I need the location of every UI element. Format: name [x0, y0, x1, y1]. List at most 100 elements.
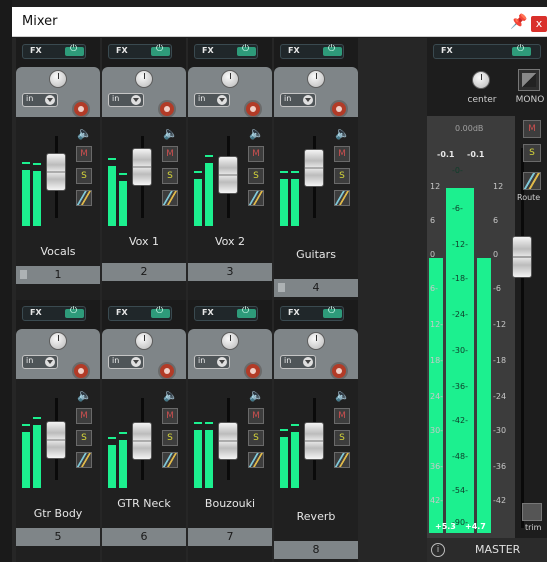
speaker-icon[interactable]: 🔈: [249, 126, 264, 140]
channel-name[interactable]: Vox 2: [188, 235, 272, 248]
pan-knob[interactable]: [49, 70, 67, 88]
solo-button[interactable]: S: [76, 168, 92, 184]
pan-knob[interactable]: [472, 71, 490, 89]
fx-button[interactable]: FX ⏻: [22, 306, 86, 321]
mute-button[interactable]: M: [523, 120, 541, 138]
speaker-icon[interactable]: 🔈: [163, 388, 178, 402]
record-arm-button[interactable]: [158, 362, 176, 380]
channel-name[interactable]: Guitars: [274, 248, 358, 261]
master-volume-fader[interactable]: [512, 236, 532, 278]
mute-button[interactable]: M: [162, 146, 178, 162]
routing-button[interactable]: [248, 452, 264, 468]
pan-knob[interactable]: [135, 332, 153, 350]
solo-button[interactable]: S: [334, 168, 350, 184]
fx-button[interactable]: FX ⏻: [108, 306, 172, 321]
solo-button[interactable]: S: [162, 168, 178, 184]
input-select[interactable]: in: [194, 355, 230, 369]
input-select[interactable]: in: [108, 93, 144, 107]
input-select[interactable]: in: [280, 93, 316, 107]
routing-button[interactable]: [162, 190, 178, 206]
channel-name[interactable]: Vocals: [16, 245, 100, 258]
mono-button[interactable]: [518, 69, 540, 91]
routing-button[interactable]: [76, 190, 92, 206]
level-meter: [205, 430, 213, 488]
record-arm-button[interactable]: [330, 100, 348, 118]
solo-button[interactable]: S: [248, 168, 264, 184]
mute-button[interactable]: M: [76, 146, 92, 162]
fx-button[interactable]: FX ⏻: [194, 44, 258, 59]
mute-button[interactable]: M: [334, 408, 350, 424]
solo-button[interactable]: S: [334, 430, 350, 446]
peak-left[interactable]: -0.1: [437, 150, 455, 159]
fx-button[interactable]: FX ⏻: [280, 306, 344, 321]
routing-button[interactable]: [334, 190, 350, 206]
speaker-icon[interactable]: 🔈: [249, 388, 264, 402]
volume-fader[interactable]: [46, 421, 66, 459]
record-arm-button[interactable]: [330, 362, 348, 380]
speaker-icon[interactable]: 🔈: [163, 126, 178, 140]
pan-knob[interactable]: [135, 70, 153, 88]
pan-knob[interactable]: [307, 332, 325, 350]
channel-name[interactable]: Reverb: [274, 510, 358, 523]
mute-button[interactable]: M: [162, 408, 178, 424]
fx-button[interactable]: FX ⏻: [280, 44, 344, 59]
record-arm-button[interactable]: [244, 100, 262, 118]
speaker-icon[interactable]: 🔈: [335, 126, 350, 140]
volume-fader[interactable]: [218, 156, 238, 194]
close-button[interactable]: x: [531, 16, 547, 32]
pin-icon[interactable]: 📌: [510, 13, 527, 31]
master-fx-button[interactable]: FX ⏻: [433, 44, 541, 59]
routing-button[interactable]: [76, 452, 92, 468]
speaker-icon[interactable]: 🔈: [77, 388, 92, 402]
channel-name[interactable]: GTR Neck: [102, 497, 186, 510]
input-select[interactable]: in: [280, 355, 316, 369]
meter-scale-label: -36-: [452, 382, 468, 391]
meter-scale-label: -12-: [452, 240, 468, 249]
routing-button[interactable]: [523, 172, 541, 190]
speaker-icon[interactable]: 🔈: [335, 388, 350, 402]
solo-button[interactable]: S: [76, 430, 92, 446]
input-select[interactable]: in: [194, 93, 230, 107]
speaker-icon[interactable]: 🔈: [77, 126, 92, 140]
record-arm-button[interactable]: [72, 362, 90, 380]
volume-fader-track[interactable]: [521, 148, 524, 528]
volume-fader[interactable]: [218, 422, 238, 460]
mute-button[interactable]: M: [248, 146, 264, 162]
pan-knob[interactable]: [49, 332, 67, 350]
pan-knob[interactable]: [221, 70, 239, 88]
routing-button[interactable]: [334, 452, 350, 468]
volume-readout[interactable]: 0.00dB: [455, 124, 483, 133]
info-icon[interactable]: i: [431, 543, 445, 557]
channel-name[interactable]: Bouzouki: [188, 497, 272, 510]
routing-button[interactable]: [162, 452, 178, 468]
input-select[interactable]: in: [22, 93, 58, 107]
volume-fader[interactable]: [132, 422, 152, 460]
volume-fader[interactable]: [46, 153, 66, 191]
mono-label: MONO: [515, 95, 545, 105]
solo-button[interactable]: S: [162, 430, 178, 446]
volume-fader[interactable]: [304, 422, 324, 460]
peak-hold-indicator: [280, 171, 288, 173]
channel-name[interactable]: Gtr Body: [16, 507, 100, 520]
trim-button[interactable]: [522, 503, 542, 521]
mute-button[interactable]: M: [76, 408, 92, 424]
pan-knob[interactable]: [307, 70, 325, 88]
channel-name[interactable]: Vox 1: [102, 235, 186, 248]
peak-right[interactable]: -0.1: [467, 150, 485, 159]
input-select[interactable]: in: [108, 355, 144, 369]
mute-button[interactable]: M: [248, 408, 264, 424]
record-arm-button[interactable]: [158, 100, 176, 118]
volume-fader[interactable]: [304, 149, 324, 187]
pan-knob[interactable]: [221, 332, 239, 350]
fx-button[interactable]: FX ⏻: [108, 44, 172, 59]
fx-button[interactable]: FX ⏻: [22, 44, 86, 59]
routing-button[interactable]: [248, 190, 264, 206]
solo-button[interactable]: S: [523, 144, 541, 162]
solo-button[interactable]: S: [248, 430, 264, 446]
mute-button[interactable]: M: [334, 146, 350, 162]
volume-fader[interactable]: [132, 148, 152, 186]
fx-button[interactable]: FX ⏻: [194, 306, 258, 321]
record-arm-button[interactable]: [72, 100, 90, 118]
record-arm-button[interactable]: [244, 362, 262, 380]
input-select[interactable]: in: [22, 355, 58, 369]
